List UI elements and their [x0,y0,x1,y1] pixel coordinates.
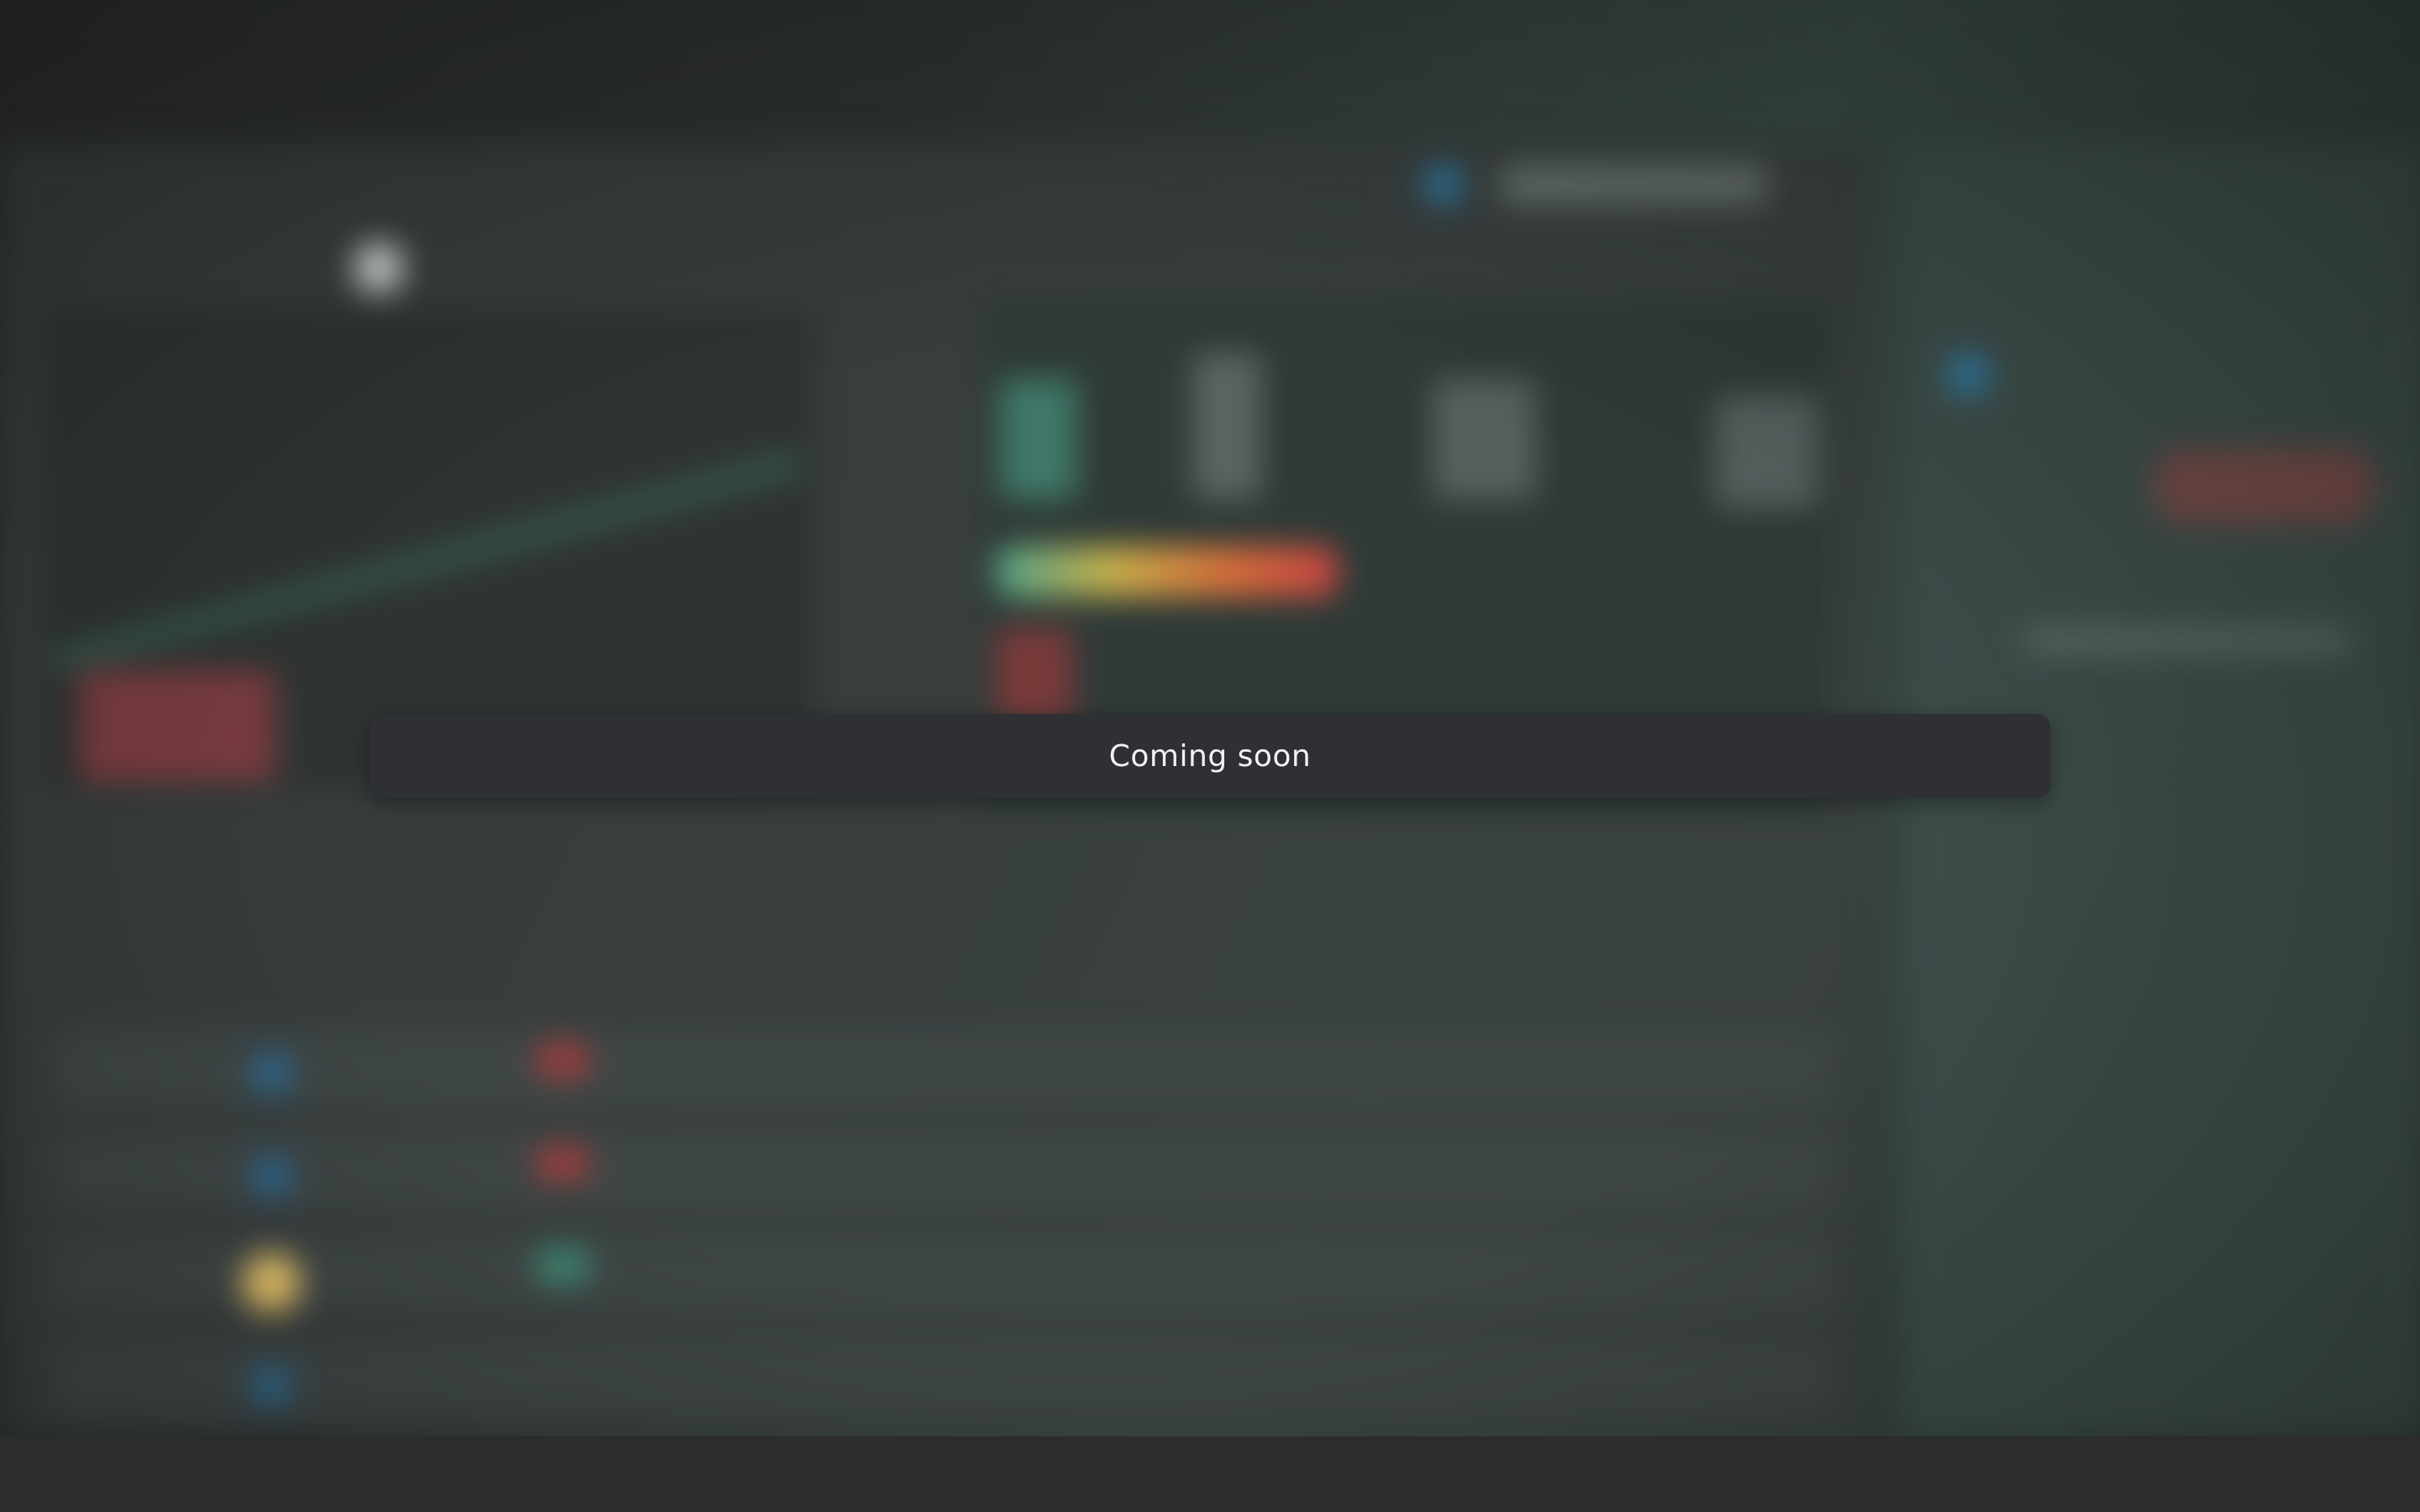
app-screen: Coming soon [0,0,2420,1512]
bottom-strip [0,1436,2420,1512]
coming-soon-message: Coming soon [1108,738,1312,774]
coming-soon-banner: Coming soon [370,714,2050,798]
